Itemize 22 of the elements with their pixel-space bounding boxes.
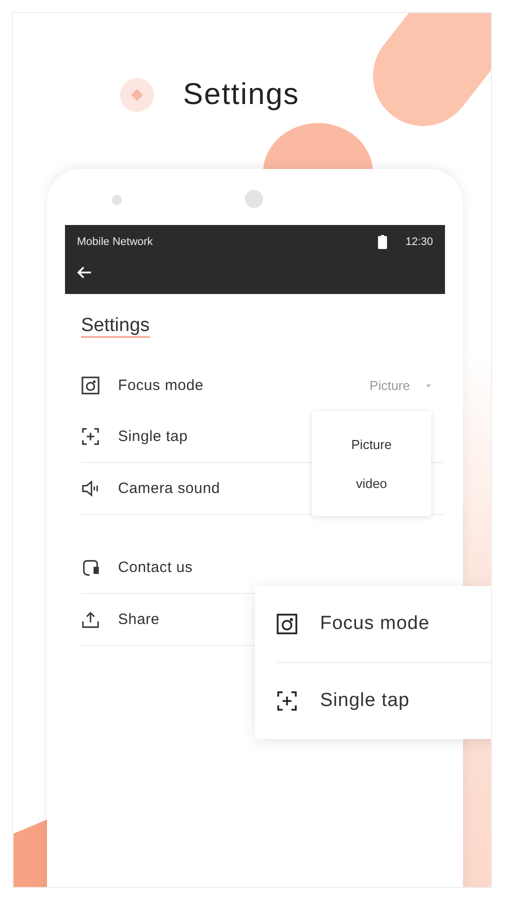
battery-icon [378, 235, 388, 249]
menu-option[interactable]: video [356, 476, 388, 490]
setting-label[interactable]: Focus mode [118, 377, 204, 394]
setting-label[interactable]: Single tap [320, 690, 410, 712]
menu-option[interactable]: Picture [351, 436, 392, 452]
speaker-icon [81, 479, 100, 498]
back-arrow-icon[interactable] [77, 266, 92, 279]
carrier-name: Mobile Network [77, 236, 154, 248]
crosshair-icon [81, 427, 100, 446]
screen-title: Settings [81, 316, 150, 338]
setting-label[interactable]: Contact us [118, 559, 193, 576]
camera-icon [81, 376, 100, 395]
decorative-shape [13, 819, 49, 887]
setting-label[interactable]: Camera sound [118, 480, 220, 497]
clock-time: 12:30 [405, 236, 433, 248]
setting-label[interactable]: Focus mode [320, 613, 430, 635]
setting-label[interactable]: Share [118, 611, 160, 628]
setting-label[interactable]: Single tap [118, 428, 188, 445]
headline-title: Settings [183, 78, 300, 112]
share-icon [81, 610, 100, 629]
crosshair-icon [276, 690, 298, 712]
camera-icon [276, 613, 298, 635]
